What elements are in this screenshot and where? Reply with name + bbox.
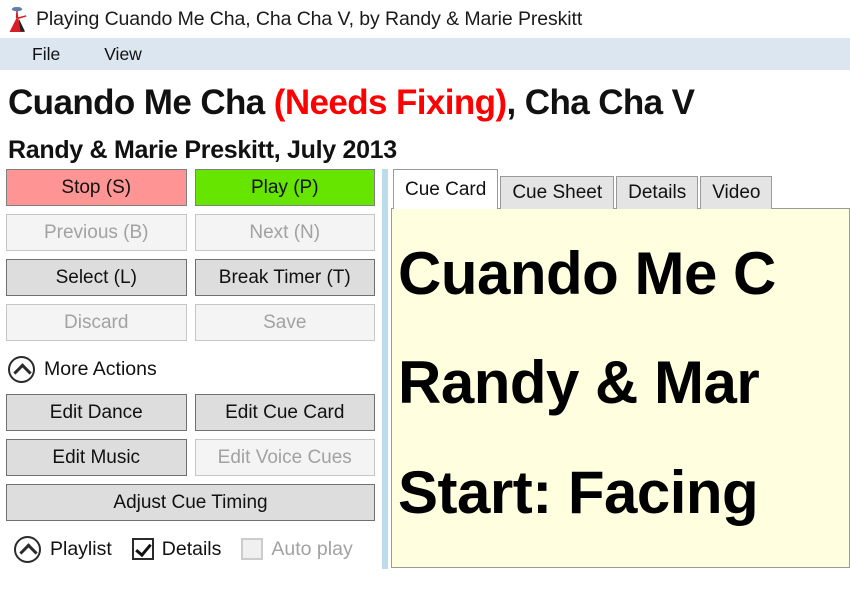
tab-video[interactable]: Video	[700, 176, 773, 210]
page-title-prefix: Cuando Me Cha	[8, 83, 274, 122]
cue-card-panel: Cuando Me C Randy & Mar Start: Facing	[391, 208, 850, 569]
menu-bar: File View	[0, 38, 850, 71]
playlist-bar: Playlist Details Auto play	[6, 529, 387, 569]
more-actions-expander[interactable]: More Actions	[8, 352, 375, 386]
left-control-pane: Stop (S) Play (P) Previous (B) Next (N) …	[0, 169, 381, 569]
edit-cue-card-button[interactable]: Edit Cue Card	[194, 394, 375, 432]
more-actions-row-2: Edit Music Edit Voice Cues	[6, 439, 375, 477]
break-timer-button[interactable]: Break Timer (T)	[194, 259, 375, 297]
window-title: Playing Cuando Me Cha, Cha Cha V, by Ran…	[36, 7, 583, 30]
transport-row-2: Previous (B) Next (N)	[6, 214, 375, 252]
play-button[interactable]: Play (P)	[194, 169, 375, 207]
title-bar: Playing Cuando Me Cha, Cha Cha V, by Ran…	[0, 0, 850, 38]
menu-item-file[interactable]: File	[14, 40, 78, 69]
select-button[interactable]: Select (L)	[6, 259, 187, 297]
more-actions-label: More Actions	[44, 357, 157, 380]
transport-row-1: Stop (S) Play (P)	[6, 169, 375, 207]
auto-play-checkbox[interactable]: Auto play	[241, 537, 353, 561]
cue-card-line: Randy & Mar	[398, 349, 760, 417]
more-actions-row-3: Adjust Cue Timing	[6, 484, 375, 522]
pane-splitter[interactable]	[381, 169, 389, 570]
discard-button[interactable]: Discard	[6, 304, 187, 342]
transport-row-3: Select (L) Break Timer (T)	[6, 259, 375, 297]
heading-block: Cuando Me Cha (Needs Fixing), Cha Cha V …	[0, 71, 850, 169]
adjust-cue-timing-button[interactable]: Adjust Cue Timing	[6, 484, 375, 522]
details-checkbox-label: Details	[161, 537, 222, 560]
previous-button[interactable]: Previous (B)	[6, 214, 187, 252]
tab-cue-sheet[interactable]: Cue Sheet	[500, 176, 615, 210]
menu-item-view[interactable]: View	[86, 40, 160, 69]
dancer-icon	[9, 7, 27, 32]
checkmark-icon	[131, 538, 154, 561]
checkbox-empty-icon	[241, 538, 264, 561]
page-title: Cuando Me Cha (Needs Fixing), Cha Cha V	[8, 83, 842, 122]
transport-row-4: Discard Save	[6, 304, 375, 342]
edit-voice-cues-button[interactable]: Edit Voice Cues	[194, 439, 375, 477]
save-button[interactable]: Save	[194, 304, 375, 342]
right-content-pane: Cue Card Cue Sheet Details Video Cuando …	[389, 169, 850, 569]
playlist-label: Playlist	[50, 537, 112, 560]
edit-music-button[interactable]: Edit Music	[6, 439, 187, 477]
tab-cue-card[interactable]: Cue Card	[393, 169, 499, 210]
tab-details[interactable]: Details	[616, 176, 699, 210]
cue-card-line: Start: Facing	[398, 458, 759, 526]
edit-dance-button[interactable]: Edit Dance	[6, 394, 187, 432]
playlist-expander[interactable]: Playlist	[14, 532, 112, 566]
more-actions-row-1: Edit Dance Edit Cue Card	[6, 394, 375, 432]
cue-card-line: Cuando Me C	[398, 240, 776, 308]
main-split: Stop (S) Play (P) Previous (B) Next (N) …	[0, 169, 850, 570]
stop-button[interactable]: Stop (S)	[6, 169, 187, 207]
page-title-suffix: , Cha Cha V	[506, 83, 695, 122]
next-button[interactable]: Next (N)	[194, 214, 375, 252]
more-actions-group: Edit Dance Edit Cue Card Edit Music Edit…	[6, 394, 375, 529]
tab-strip: Cue Card Cue Sheet Details Video	[391, 169, 850, 210]
chevron-up-icon	[8, 355, 35, 383]
auto-play-checkbox-label: Auto play	[271, 537, 353, 560]
chevron-up-icon	[14, 535, 41, 563]
status-badge: (Needs Fixing)	[273, 83, 507, 122]
page-subtitle: Randy & Marie Preskitt, July 2013	[8, 136, 397, 165]
details-checkbox[interactable]: Details	[131, 537, 222, 561]
